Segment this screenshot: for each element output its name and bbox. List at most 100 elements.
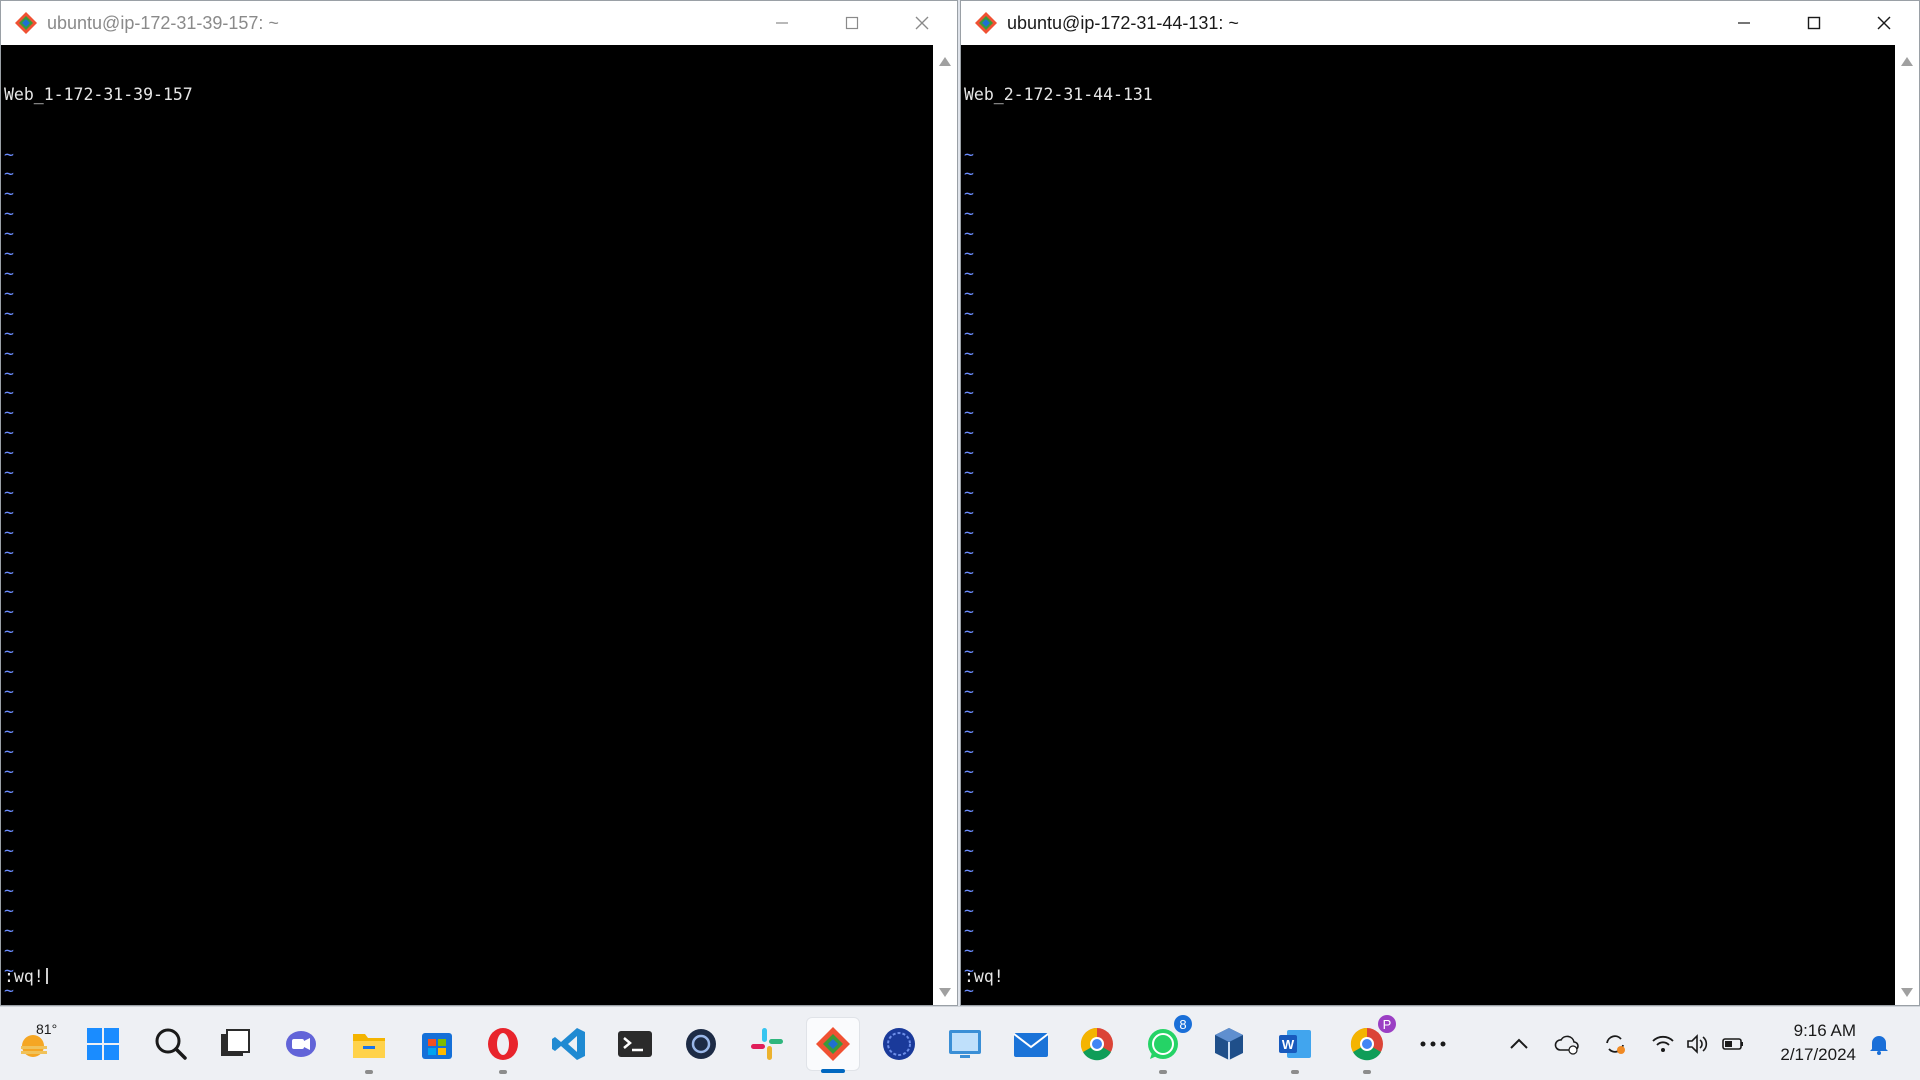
running-indicator: [499, 1070, 507, 1074]
vim-tilde-line: ~: [4, 323, 14, 343]
more-apps-button[interactable]: [1406, 1017, 1460, 1071]
word-button[interactable]: W: [1268, 1017, 1322, 1074]
window-title: ubuntu@ip-172-31-39-157: ~: [47, 12, 279, 33]
scrollbar[interactable]: [933, 45, 957, 1005]
file-explorer-button[interactable]: [342, 1017, 396, 1074]
chrome-profile-button[interactable]: P: [1340, 1013, 1398, 1074]
title-bar[interactable]: ubuntu@ip-172-31-39-157: ~: [1, 1, 957, 45]
more-icon: [1420, 1041, 1446, 1047]
show-hidden-icons-button[interactable]: [1502, 1027, 1536, 1061]
vim-tilde-line: ~: [4, 263, 14, 283]
app-button[interactable]: [674, 1017, 728, 1071]
close-button[interactable]: [1849, 1, 1919, 45]
vim-tilde-line: ~: [964, 622, 974, 642]
sync-icon: [1606, 1035, 1625, 1054]
virtualbox-icon: [1215, 1028, 1243, 1060]
vim-tilde-line: ~: [964, 323, 974, 343]
scroll-up-arrow-icon[interactable]: [1901, 57, 1913, 66]
weather-widget[interactable]: 81°: [8, 1017, 62, 1071]
vim-tilde-line: ~: [4, 622, 14, 642]
teams-chat-button[interactable]: [274, 1017, 328, 1071]
vim-tilde-line: ~: [964, 164, 974, 184]
vim-tilde-line: ~: [4, 861, 14, 881]
sync-status-button[interactable]: [1598, 1027, 1632, 1061]
vim-tilde-line: ~: [4, 244, 14, 264]
store-button[interactable]: [410, 1017, 464, 1071]
close-button[interactable]: [887, 1, 957, 45]
vim-empty-lines: ~ ~ ~ ~ ~ ~ ~ ~ ~ ~ ~ ~ ~ ~ ~ ~ ~ ~ ~ ~ ~ ~ ~ ~ ~ ~ ~ ~ ~ ~ ~ ~ ~ ~ ~ ~ ~ ~ ~ ~…: [4, 145, 933, 1005]
word-icon: W: [1279, 1030, 1311, 1058]
profile-badge: P: [1376, 1013, 1398, 1035]
scroll-down-arrow-icon[interactable]: [939, 988, 951, 997]
minimize-button[interactable]: [1709, 1, 1779, 45]
vim-tilde-line: ~: [4, 383, 14, 403]
terminal-window-web-1[interactable]: ubuntu@ip-172-31-39-157: ~ Web_1-172-31-…: [0, 0, 958, 1006]
terminal-window-web-2[interactable]: ubuntu@ip-172-31-44-131: ~ Web_2-172-31-…: [960, 0, 1920, 1006]
terminal-button[interactable]: [608, 1017, 662, 1071]
vim-tilde-line: ~: [4, 821, 14, 841]
scroll-down-arrow-icon[interactable]: [1901, 988, 1913, 997]
vim-tilde-line: ~: [964, 662, 974, 682]
vscode-button[interactable]: [542, 1017, 596, 1071]
clock-date: 2/17/2024: [1780, 1045, 1856, 1064]
vim-tilde-line: ~: [964, 383, 974, 403]
remote-desktop-button[interactable]: [938, 1017, 992, 1071]
vim-tilde-line: ~: [964, 562, 974, 582]
battery-button[interactable]: [1716, 1027, 1750, 1061]
slack-button[interactable]: [740, 1017, 794, 1071]
start-button[interactable]: [76, 1017, 130, 1071]
wifi-button[interactable]: [1646, 1027, 1680, 1061]
vim-tilde-line: ~: [964, 184, 974, 204]
maximize-button[interactable]: [817, 1, 887, 45]
vim-tilde-line: ~: [964, 980, 974, 1000]
terminal-content[interactable]: Web_1-172-31-39-157 ~ ~ ~ ~ ~ ~ ~ ~ ~ ~ ~ ~ ~ ~ ~ ~ ~ ~ ~ ~…: [1, 45, 933, 1005]
vscode-icon: [552, 1028, 585, 1060]
mail-button[interactable]: [1004, 1017, 1058, 1071]
vim-tilde-line: ~: [964, 841, 974, 861]
bell-icon: [1870, 1036, 1888, 1055]
vim-tilde-line: ~: [964, 283, 974, 303]
notifications-button[interactable]: [1862, 1027, 1896, 1061]
onedrive-button[interactable]: [1550, 1027, 1584, 1061]
vim-tilde-line: ~: [4, 582, 14, 602]
vim-tilde-line: ~: [4, 423, 14, 443]
vim-tilde-line: ~: [4, 184, 14, 204]
vim-tilde-line: ~: [4, 502, 14, 522]
volume-button[interactable]: [1680, 1027, 1714, 1061]
whatsapp-button[interactable]: 8: [1136, 1013, 1194, 1074]
vim-tilde-line: ~: [4, 224, 14, 244]
vim-tilde-line: ~: [4, 482, 14, 502]
vim-tilde-line: ~: [964, 821, 974, 841]
vim-tilde-line: ~: [964, 881, 974, 901]
svg-text:W: W: [1282, 1037, 1295, 1052]
vim-tilde-line: ~: [964, 502, 974, 522]
scroll-up-arrow-icon[interactable]: [939, 57, 951, 66]
virtualbox-button[interactable]: [1202, 1017, 1256, 1071]
taskbar: 81° 8 W P 9:16 AM 2/17/2024: [0, 1006, 1920, 1080]
teams-chat-icon: [286, 1031, 316, 1057]
maximize-icon: [1807, 16, 1821, 30]
vim-tilde-line: ~: [964, 602, 974, 622]
task-view-button[interactable]: [208, 1017, 262, 1071]
vim-tilde-line: ~: [4, 144, 14, 164]
speaker-icon: [1687, 1034, 1708, 1054]
vim-tilde-line: ~: [964, 423, 974, 443]
chrome-button[interactable]: [1070, 1017, 1124, 1071]
globe-app-button[interactable]: [872, 1017, 926, 1071]
close-icon: [1877, 16, 1891, 30]
slack-icon: [751, 1028, 783, 1060]
vim-tilde-line: ~: [964, 920, 974, 940]
clock[interactable]: 9:16 AM 2/17/2024: [1780, 1019, 1856, 1067]
vim-tilde-line: ~: [4, 522, 14, 542]
minimize-button[interactable]: [747, 1, 817, 45]
git-bash-button[interactable]: [806, 1017, 860, 1073]
opera-button[interactable]: [476, 1017, 530, 1074]
title-bar[interactable]: ubuntu@ip-172-31-44-131: ~: [961, 1, 1919, 45]
maximize-button[interactable]: [1779, 1, 1849, 45]
store-icon: [422, 1033, 452, 1059]
vim-tilde-line: ~: [4, 682, 14, 701]
search-button[interactable]: [144, 1017, 198, 1071]
scrollbar[interactable]: [1895, 45, 1919, 1005]
terminal-content[interactable]: Web_2-172-31-44-131 ~ ~ ~ ~ ~ ~ ~ ~ ~ ~ ~ ~ ~ ~ ~ ~ ~ ~ ~ ~…: [961, 45, 1895, 1005]
running-indicator: [365, 1070, 373, 1074]
